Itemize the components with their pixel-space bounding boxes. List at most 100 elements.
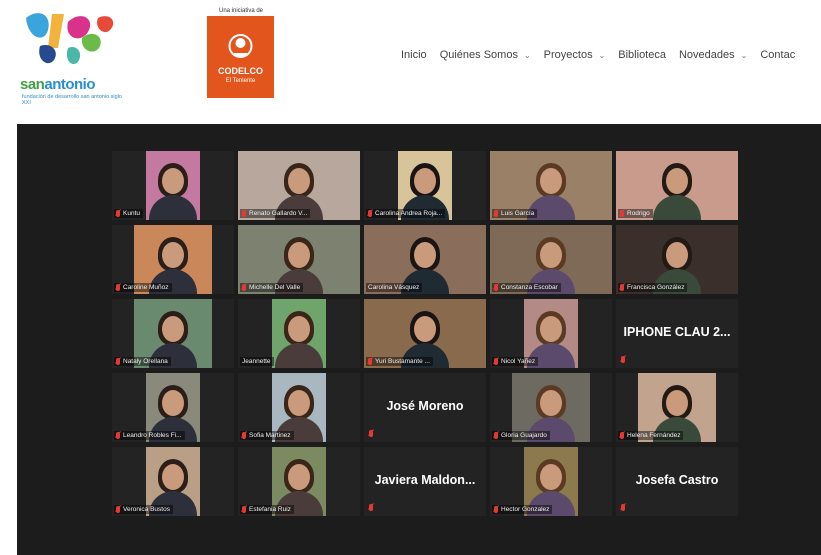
initiative-label: Una iniciativa de xyxy=(218,8,264,14)
muted-mic-icon xyxy=(116,210,120,217)
video-call-screenshot: Kuntu Renato Gallardo V... Carolina Andrea… xyxy=(17,124,821,555)
participant-name: José Moreno xyxy=(386,399,464,413)
main-nav: Inicio Quiénes Somos ⌄ Proyectos ⌄ Bibliot… xyxy=(401,49,808,61)
participant-video xyxy=(146,151,200,220)
participant-name: Caroline Muñoz xyxy=(123,284,169,291)
muted-mic-icon xyxy=(116,506,120,513)
participant-name-tag: Constanza Escobar xyxy=(492,283,561,292)
participant-tile[interactable]: Constanza Escobar xyxy=(490,225,612,294)
muted-mic-icon xyxy=(116,358,120,365)
codelco-logo: CODELCO El Teniente xyxy=(207,16,274,98)
participant-name-tag: Estefania Ruiz xyxy=(240,505,294,514)
participant-name-tag: Caroline Muñoz xyxy=(114,283,172,292)
nav-item-contacto[interactable]: Contac xyxy=(760,49,795,61)
participant-tile[interactable]: Josefa Castro xyxy=(616,447,738,516)
participant-name-tag: Luis García xyxy=(492,209,538,218)
participant-name: Gloria Guajardo xyxy=(501,432,547,439)
participant-tile[interactable]: Nataly Orellana xyxy=(112,299,234,368)
participant-tile[interactable]: Rodrigo xyxy=(616,151,738,220)
participant-name-tag: Leandro Robles Fi... xyxy=(114,431,185,440)
participant-tile[interactable]: IPHONE CLAU 2... xyxy=(616,299,738,368)
nav-item-novedades[interactable]: Novedades ⌄ xyxy=(679,49,747,61)
participant-name: Javiera Maldon... xyxy=(374,473,476,487)
codelco-emblem-icon xyxy=(228,34,253,58)
participant-name-tag: Jeannette xyxy=(240,357,274,366)
participant-name-tag: Carolina Vásquez xyxy=(366,283,423,292)
participant-name-tag: Gloria Guajardo xyxy=(492,431,550,440)
chevron-down-icon: ⌄ xyxy=(523,50,531,60)
nav-item-proyectos[interactable]: Proyectos ⌄ xyxy=(544,49,606,61)
participant-name: Kuntu xyxy=(123,210,140,217)
participant-tile[interactable]: Kuntu xyxy=(112,151,234,220)
participant-name: Constanza Escobar xyxy=(501,284,558,291)
codelco-initiative[interactable]: Una iniciativa de CODELCO El Teniente xyxy=(206,8,276,98)
muted-mic-icon xyxy=(242,432,246,439)
site-header: sanantonio fundación de desarrollo san a… xyxy=(0,0,821,120)
participant-tile[interactable]: Michelle Del Valle xyxy=(238,225,360,294)
muted-mic-icon xyxy=(620,432,624,439)
participant-name: Josefa Castro xyxy=(635,473,719,487)
participant-name: Helena Fernández xyxy=(627,432,681,439)
muted-mic-icon xyxy=(116,432,120,439)
participant-name: Veronica Bustos xyxy=(123,506,170,513)
participant-tile[interactable]: Helena Fernández xyxy=(616,373,738,442)
muted-mic-icon xyxy=(242,506,246,513)
participant-name: Estefania Ruiz xyxy=(249,506,291,513)
participant-video xyxy=(272,299,326,368)
participant-tile[interactable]: Estefania Ruiz xyxy=(238,447,360,516)
muted-mic-icon xyxy=(369,504,373,511)
logo-graphic xyxy=(26,13,114,65)
fundacion-san-antonio-logo[interactable]: sanantonio fundación de desarrollo san a… xyxy=(18,8,128,108)
participant-name-tag: Helena Fernández xyxy=(618,431,684,440)
chevron-down-icon: ⌄ xyxy=(598,50,606,60)
participant-name-tag: Veronica Bustos xyxy=(114,505,173,514)
participant-name-tag: Renato Gallardo V... xyxy=(240,209,311,218)
muted-mic-icon xyxy=(242,284,246,291)
nav-item-inicio[interactable]: Inicio xyxy=(401,49,427,61)
participant-tile[interactable]: Gloria Guajardo xyxy=(490,373,612,442)
participant-tile[interactable]: Hector Gonzalez xyxy=(490,447,612,516)
participant-tile[interactable]: José Moreno xyxy=(364,373,486,442)
participant-name: Luis García xyxy=(501,210,535,217)
participant-tile[interactable]: Veronica Bustos xyxy=(112,447,234,516)
codelco-division: El Teniente xyxy=(225,78,256,84)
participant-tile[interactable]: Renato Gallardo V... xyxy=(238,151,360,220)
muted-mic-icon xyxy=(242,210,246,217)
muted-mic-icon xyxy=(494,284,498,291)
muted-mic-icon xyxy=(369,430,373,437)
nav-item-biblioteca[interactable]: Biblioteca xyxy=(618,49,666,61)
participant-tile[interactable]: Luis García xyxy=(490,151,612,220)
muted-mic-icon xyxy=(116,284,120,291)
participant-name-tag: Sofia Martinez xyxy=(240,431,294,440)
participant-tile[interactable]: Yuri Bustamante ... xyxy=(364,299,486,368)
participant-name-tag: Kuntu xyxy=(114,209,143,218)
participant-name: Nataly Orellana xyxy=(123,358,168,365)
participant-tile[interactable]: Carolina Andrea Roja... xyxy=(364,151,486,220)
participant-tile[interactable]: Carolina Vásquez xyxy=(364,225,486,294)
participant-name: Michelle Del Valle xyxy=(249,284,301,291)
codelco-brand: CODELCO xyxy=(218,66,263,76)
muted-mic-icon xyxy=(621,504,625,511)
participant-tile[interactable]: Caroline Muñoz xyxy=(112,225,234,294)
participant-name: Leandro Robles Fi... xyxy=(123,432,182,439)
participant-tile[interactable]: Sofia Martinez xyxy=(238,373,360,442)
muted-mic-icon xyxy=(621,356,625,363)
participant-tile[interactable]: Jeannette xyxy=(238,299,360,368)
muted-mic-icon xyxy=(368,210,372,217)
participant-name-tag: Carolina Andrea Roja... xyxy=(366,209,446,218)
chevron-down-icon: ⌄ xyxy=(740,50,748,60)
participant-tile[interactable]: Francisca González xyxy=(616,225,738,294)
participant-name-tag: Francisca González xyxy=(618,283,688,292)
muted-mic-icon xyxy=(494,358,498,365)
muted-mic-icon xyxy=(494,210,498,217)
participant-tile[interactable]: Leandro Robles Fi... xyxy=(112,373,234,442)
participant-name-tag: Michelle Del Valle xyxy=(240,283,304,292)
participant-tile[interactable]: Javiera Maldon... xyxy=(364,447,486,516)
participant-grid: Kuntu Renato Gallardo V... Carolina Andrea… xyxy=(112,151,738,516)
logo-tagline: fundación de desarrollo san antonio sigl… xyxy=(22,94,122,106)
participant-name: IPHONE CLAU 2... xyxy=(623,325,731,339)
nav-item-quienes-somos[interactable]: Quiénes Somos ⌄ xyxy=(440,49,531,61)
participant-name-tag: Yuri Bustamante ... xyxy=(366,357,433,366)
participant-tile[interactable]: Nicol Yañez xyxy=(490,299,612,368)
participant-name-tag: Rodrigo xyxy=(618,209,653,218)
